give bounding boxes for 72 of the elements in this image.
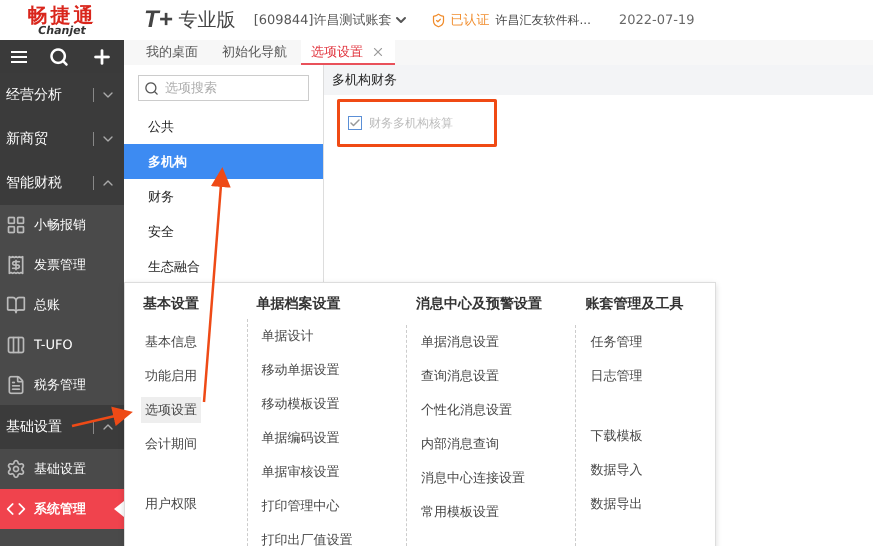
sidebar-group[interactable]: 智能财税 xyxy=(0,161,124,205)
menu-icon[interactable] xyxy=(11,50,27,62)
menu-item[interactable]: 内部消息查询 xyxy=(417,431,504,457)
menu-column-title: 账套管理及工具 xyxy=(584,295,684,314)
menu-item[interactable]: 任务管理 xyxy=(586,329,646,355)
sidebar-group-label: 基础设置 xyxy=(6,418,63,436)
menu-item[interactable]: 下载模板 xyxy=(586,423,646,449)
account-selector[interactable]: [609844]许昌测试账套 xyxy=(254,11,392,29)
menu-item[interactable]: 移动单据设置 xyxy=(258,357,344,383)
tab[interactable]: 选项设置 xyxy=(301,40,395,65)
tab[interactable]: 初始化导航 xyxy=(212,40,297,65)
menu-item[interactable]: 单据编码设置 xyxy=(258,425,344,451)
search-icon[interactable] xyxy=(49,46,69,66)
menu-column-title: 单据档案设置 xyxy=(256,295,342,313)
checkmark-icon xyxy=(349,117,361,129)
menu-item[interactable]: 基本信息 xyxy=(141,329,201,355)
sidebar-item-label: 小畅报销 xyxy=(34,217,86,234)
menu-item[interactable]: 个性化消息设置 xyxy=(417,397,516,423)
columns-icon xyxy=(6,335,26,355)
search-field[interactable]: 选项搜索 xyxy=(138,75,309,101)
invoice-icon xyxy=(6,255,26,275)
menu-item[interactable]: 打印管理中心 xyxy=(258,493,344,519)
menu-item[interactable]: 数据导出 xyxy=(586,491,646,517)
sidebar-group-label: 经营分析 xyxy=(6,86,63,104)
annotation-arrow xyxy=(72,406,133,428)
sidebar-group[interactable]: 新商贸 xyxy=(0,117,124,161)
checkbox-label: 财务多机构核算 xyxy=(369,114,453,132)
menu-item[interactable]: 功能启用 xyxy=(141,363,201,389)
menu-item[interactable]: 单据设计 xyxy=(258,323,318,349)
document-icon xyxy=(6,375,26,395)
category-item[interactable]: 财务 xyxy=(124,179,323,214)
sidebar-group[interactable]: 经营分析 xyxy=(0,73,124,117)
tab[interactable]: 我的桌面 xyxy=(136,40,208,65)
menu-item[interactable]: 选项设置 xyxy=(141,397,201,423)
menu-item[interactable]: 打印出厂值设置 xyxy=(258,527,357,546)
menu-item[interactable]: 查询消息设置 xyxy=(417,363,504,389)
section-header: 多机构财务 xyxy=(324,65,873,95)
sidebar-item-label: 系统管理 xyxy=(34,500,86,518)
shield-icon xyxy=(431,12,446,28)
verified-label: 已认证 xyxy=(450,12,490,29)
company-name: 许昌汇友软件科... xyxy=(495,12,591,28)
book-icon xyxy=(6,295,26,315)
sidebar-group-label: 新商贸 xyxy=(6,130,49,148)
edition-label: 专业版 xyxy=(178,8,236,33)
product-name: T+ xyxy=(144,6,173,34)
menu-item[interactable]: 消息中心连接设置 xyxy=(417,465,530,491)
category-item[interactable]: 安全 xyxy=(124,214,323,249)
menu-item[interactable]: 用户权限 xyxy=(141,491,201,517)
menu-item[interactable]: 日志管理 xyxy=(586,363,646,389)
menu-column-title: 基本设置 xyxy=(142,295,200,314)
category-item[interactable]: 生态融合 xyxy=(124,249,323,284)
sidebar-item-label: 总账 xyxy=(34,297,60,314)
menu-item[interactable]: 数据导入 xyxy=(586,457,646,483)
gear-icon xyxy=(6,459,26,479)
grid-icon xyxy=(6,215,26,235)
menu-column-title: 消息中心及预警设置 xyxy=(415,295,544,314)
category-item[interactable]: 公共 xyxy=(124,109,323,144)
menu-item[interactable]: 单据审核设置 xyxy=(258,459,344,485)
sidebar-item[interactable]: 系统管理 xyxy=(0,489,124,529)
sidebar-item-label: 基础设置 xyxy=(34,461,86,478)
menu-item[interactable]: 移动模板设置 xyxy=(258,391,344,417)
sidebar-group[interactable]: 基础设置 xyxy=(0,405,124,449)
search-icon xyxy=(144,80,159,96)
sidebar-group-label: 智能财税 xyxy=(6,174,63,192)
logo: 畅捷通 Chanjet xyxy=(26,4,98,36)
sidebar-item-label: 税务管理 xyxy=(34,377,86,394)
date-label: 2022-07-19 xyxy=(618,12,694,28)
menu-item[interactable]: 会计期间 xyxy=(141,431,201,457)
sidebar-item-label: T-UFO xyxy=(34,338,73,352)
sidebar-item-label: 发票管理 xyxy=(34,257,86,274)
menu-item[interactable]: 常用模板设置 xyxy=(417,499,504,525)
menu-item[interactable]: 单据消息设置 xyxy=(417,329,504,355)
